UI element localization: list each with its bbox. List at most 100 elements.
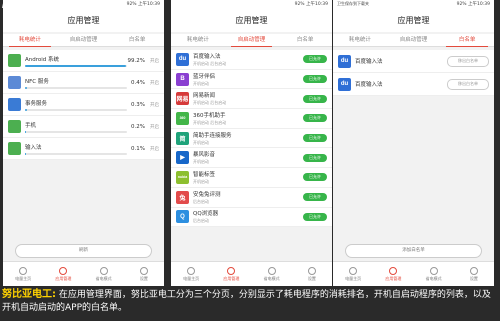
open-link[interactable]: 开启	[145, 102, 159, 108]
list-item[interactable]: Android 系统 99.2% 开启	[3, 50, 164, 72]
allowed-button[interactable]: 已允许	[303, 75, 327, 84]
open-link[interactable]: 开启	[145, 124, 159, 130]
add-whitelist-button[interactable]: 添加白名单	[345, 244, 482, 258]
autostart-type: 开机启动 后台启动	[193, 119, 227, 125]
nav-app-manage[interactable]: 应用管理	[373, 262, 413, 286]
nav-power-save[interactable]: 省电模式	[252, 262, 292, 286]
status-right: 92% 上午10:39	[126, 2, 160, 7]
nav-power-save[interactable]: 省电模式	[84, 262, 124, 286]
app-name: NFC 服务	[25, 78, 49, 85]
nav-app-manage[interactable]: 应用管理	[43, 262, 83, 286]
nav-power-home[interactable]: 电量主页	[171, 262, 211, 286]
list-item[interactable]: 360 360手机助手 开机启动 后台启动 已允许	[171, 109, 332, 129]
page-title: 应用管理	[3, 8, 164, 32]
usage-percent: 99.2%	[127, 57, 145, 64]
caption-text: 在应用管理界面，努比亚电工分为三个分页，分别显示了耗电程序的消耗排名，开机自启动…	[2, 290, 491, 313]
allowed-button[interactable]: 已允许	[303, 153, 327, 162]
list-item[interactable]: 网易 网易新闻 开机启动 后台启动 已允许	[171, 89, 332, 110]
allowed-button[interactable]: 已允许	[303, 114, 327, 123]
list-item[interactable]: 事务服务 0.3% 开启	[3, 94, 164, 116]
tab-autostart[interactable]: 自启动管理	[225, 34, 279, 47]
refresh-button[interactable]: 刷新	[15, 244, 152, 258]
nav-power-save[interactable]: 省电模式	[414, 262, 454, 286]
page-title: 应用管理	[171, 8, 332, 32]
nav-settings[interactable]: 设置	[454, 262, 494, 286]
bluetooth-icon: B	[176, 72, 189, 86]
apps-icon	[389, 266, 398, 275]
list-item[interactable]: du 百度输入法 开机启动 后台启动 已允许	[171, 50, 332, 70]
nav-power-home[interactable]: 电量主页	[3, 262, 43, 286]
usage-percent: 0.2%	[131, 123, 145, 130]
nav-settings[interactable]: 设置	[292, 262, 332, 286]
bottom-nav: 电量主页 应用管理 省电模式 设置	[171, 261, 332, 286]
bottom-nav: 电量主页 应用管理 省电模式 设置	[3, 261, 164, 286]
battery-icon	[187, 266, 196, 275]
item-info: 事务服务	[25, 99, 127, 111]
battery-icon	[349, 266, 358, 275]
tab-power-stats[interactable]: 耗电统计	[3, 34, 57, 47]
open-link[interactable]: 开启	[145, 146, 159, 152]
article-caption: 努比亚电工: 在应用管理界面，努比亚电工分为三个分页，分别显示了耗电程序的消耗排…	[2, 288, 498, 315]
usage-bar	[25, 108, 127, 111]
tab-power-stats[interactable]: 耗电统计	[171, 34, 225, 46]
phone-screen-autostart: 92% 上午10:39 应用管理 耗电统计 自启动管理 白名单 du 百度输入法开…	[171, 0, 332, 286]
item-info: 百度输入法 开机启动 后台启动	[193, 52, 303, 67]
status-bar: 卫生保存到下载夹 92% 上午10:39	[333, 0, 494, 8]
app-name: 安兔兔评测	[193, 191, 221, 198]
nav-app-manage[interactable]: 应用管理	[211, 262, 251, 286]
list-item[interactable]: 简简助手连接服务 开机启动 已允许	[171, 129, 332, 149]
tab-whitelist[interactable]: 白名单	[278, 34, 332, 46]
battery-icon	[19, 266, 28, 275]
remove-whitelist-button[interactable]: 移出白名单	[447, 55, 489, 67]
list-item[interactable]: ▶ 暴风影音 开机启动 已允许	[171, 148, 332, 169]
nav-power-home[interactable]: 电量主页	[333, 262, 373, 286]
list-item[interactable]: 兔安兔兔评测 后台启动 已允许	[171, 188, 332, 208]
list-item[interactable]: B 蓝牙伴侣 开机启动 已允许	[171, 70, 332, 90]
usage-percent: 0.1%	[131, 145, 145, 152]
phone-screen-power-stats: 92% 上午10:39 应用管理 耗电统计 自启动管理 白名单 Android …	[3, 0, 164, 286]
usage-bar-fill	[25, 130, 27, 133]
item-info: 暴风影音 开机启动	[193, 150, 303, 165]
app-name: 蓝牙伴侣	[193, 73, 216, 80]
autostart-type: 开机启动	[193, 80, 209, 86]
usage-bar	[25, 130, 127, 133]
allowed-button[interactable]: 已允许	[303, 55, 327, 64]
allowed-button[interactable]: 已允许	[303, 134, 327, 143]
app-name: 输入法	[25, 144, 42, 151]
app-name: 百度输入法	[193, 53, 221, 60]
list-item[interactable]: NFC 服务 0.4% 开启	[3, 72, 164, 94]
item-info: 网易新闻 开机启动 后台启动	[193, 91, 303, 106]
usage-bar	[25, 152, 127, 155]
remove-whitelist-button[interactable]: 移出白名单	[447, 78, 489, 90]
tab-autostart[interactable]: 自启动管理	[57, 34, 111, 46]
autostart-type: 开机启动	[193, 159, 209, 165]
tab-autostart[interactable]: 自启动管理	[387, 34, 441, 46]
usage-percent: 0.3%	[131, 101, 145, 108]
allowed-button[interactable]: 已允许	[303, 173, 327, 182]
list-item[interactable]: 输入法 0.1% 开启	[3, 138, 164, 160]
open-link[interactable]: 开启	[145, 80, 159, 86]
tab-power-stats[interactable]: 耗电统计	[333, 34, 387, 46]
list-item[interactable]: nubia 智能标签 开机启动 已允许	[171, 168, 332, 188]
autostart-type: 后台启动	[193, 198, 209, 204]
tab-whitelist[interactable]: 白名单	[110, 34, 164, 46]
tab-whitelist[interactable]: 白名单	[440, 34, 494, 47]
app-name: 360手机助手	[193, 112, 226, 119]
autostart-type: 开机启动 后台启动	[193, 100, 227, 106]
smart-tag-icon: nubia	[176, 170, 189, 184]
allowed-button[interactable]: 已允许	[303, 94, 327, 103]
app-name: 百度输入法	[355, 59, 383, 65]
allowed-button[interactable]: 已允许	[303, 193, 327, 202]
open-link[interactable]: 开启	[145, 58, 159, 64]
baidu-input-icon: du	[338, 77, 351, 91]
gauge-icon	[429, 266, 438, 275]
list-item[interactable]: Q QQ浏览器 后台启动 已允许	[171, 208, 332, 228]
allowed-button[interactable]: 已允许	[303, 212, 327, 221]
nav-settings[interactable]: 设置	[124, 262, 164, 286]
bottom-nav: 电量主页 应用管理 省电模式 设置	[333, 261, 494, 286]
usage-bar-fill	[25, 152, 26, 155]
usage-bar	[25, 86, 127, 89]
item-info: 智能标签 开机启动	[193, 170, 303, 185]
list-item[interactable]: 手机 0.2% 开启	[3, 116, 164, 138]
nfc-icon	[8, 76, 21, 89]
